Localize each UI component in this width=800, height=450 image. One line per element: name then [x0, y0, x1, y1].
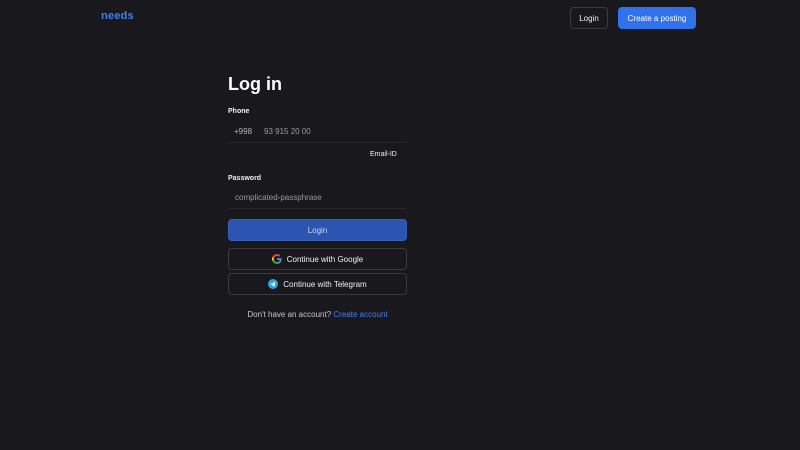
telegram-login-label: Continue with Telegram — [283, 279, 367, 289]
signup-prompt: Don't have an account? Create account — [228, 310, 407, 319]
google-icon — [271, 254, 282, 264]
email-id-toggle[interactable]: Email-ID — [370, 151, 397, 158]
google-login-label: Continue with Google — [286, 254, 364, 264]
page-title: Log in — [228, 74, 282, 94]
phone-label: Phone — [228, 108, 250, 115]
create-account-link[interactable]: Create account — [333, 310, 387, 319]
header: needs Login Create a posting — [0, 0, 800, 36]
login-submit-button[interactable]: Login — [228, 219, 407, 241]
password-input[interactable] — [228, 187, 407, 209]
create-posting-button[interactable]: Create a posting — [618, 7, 696, 29]
logo[interactable]: needs — [101, 10, 134, 22]
phone-input[interactable] — [264, 123, 404, 139]
phone-prefix[interactable]: +998 — [234, 127, 252, 136]
password-label: Password — [228, 175, 262, 182]
telegram-icon — [268, 279, 279, 289]
signup-prompt-text: Don't have an account? — [247, 310, 332, 319]
google-login-button[interactable]: Continue with Google — [228, 248, 407, 270]
phone-field: +998 — [228, 120, 407, 143]
header-login-button[interactable]: Login — [570, 7, 608, 29]
telegram-login-button[interactable]: Continue with Telegram — [228, 273, 407, 295]
